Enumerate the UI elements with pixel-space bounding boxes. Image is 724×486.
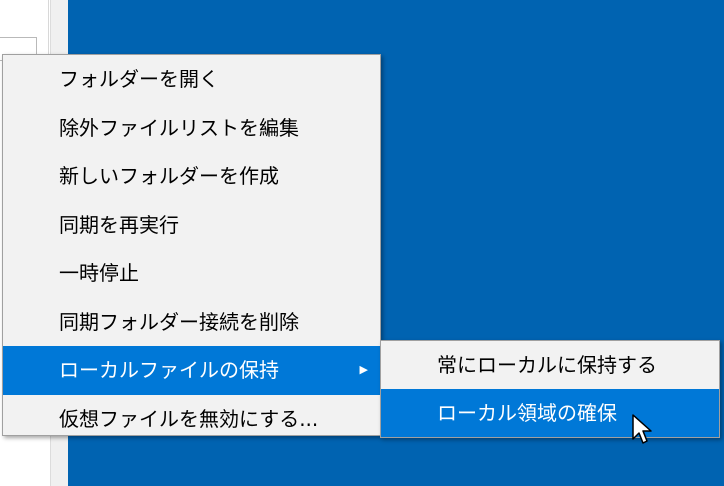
menu-item-label: 除外ファイルリストを編集 <box>59 115 299 140</box>
submenu-item-always-keep-local[interactable]: 常にローカルに保持する <box>381 341 719 389</box>
menu-item-label: 同期を再実行 <box>59 212 179 237</box>
menu-item-edit-ignore-list[interactable]: 除外ファイルリストを編集 <box>3 104 380 153</box>
menu-item-create-folder[interactable]: 新しいフォルダーを作成 <box>3 152 380 201</box>
submenu: 常にローカルに保持する ローカル領域の確保 <box>380 340 720 438</box>
menu-item-pause-sync[interactable]: 一時停止 <box>3 249 380 298</box>
menu-item-label: 仮想ファイルを無効にする... <box>59 406 319 431</box>
menu-item-open-folder[interactable]: フォルダーを開く <box>3 55 380 104</box>
submenu-item-free-up-space[interactable]: ローカル領域の確保 <box>381 389 719 437</box>
menu-item-disable-virtual-files[interactable]: 仮想ファイルを無効にする... <box>3 395 380 444</box>
chevron-right-icon: ▶ <box>359 363 368 376</box>
menu-item-label: フォルダーを開く <box>59 67 219 91</box>
menu-item-label: 新しいフォルダーを作成 <box>59 164 279 188</box>
menu-item-keep-local-files[interactable]: ローカルファイルの保持 ▶ <box>3 346 380 395</box>
menu-item-label: 同期フォルダー接続を削除 <box>59 309 299 334</box>
menu-item-force-sync[interactable]: 同期を再実行 <box>3 201 380 250</box>
menu-item-label: 一時停止 <box>59 261 139 285</box>
context-menu: フォルダーを開く 除外ファイルリストを編集 新しいフォルダーを作成 同期を再実行… <box>2 54 381 436</box>
menu-item-label: ローカルファイルの保持 <box>59 358 279 382</box>
submenu-item-label: 常にローカルに保持する <box>437 353 657 377</box>
submenu-item-label: ローカル領域の確保 <box>437 401 617 425</box>
menu-item-remove-sync-connection[interactable]: 同期フォルダー接続を削除 <box>3 298 380 347</box>
mouse-pointer-icon <box>632 414 652 444</box>
